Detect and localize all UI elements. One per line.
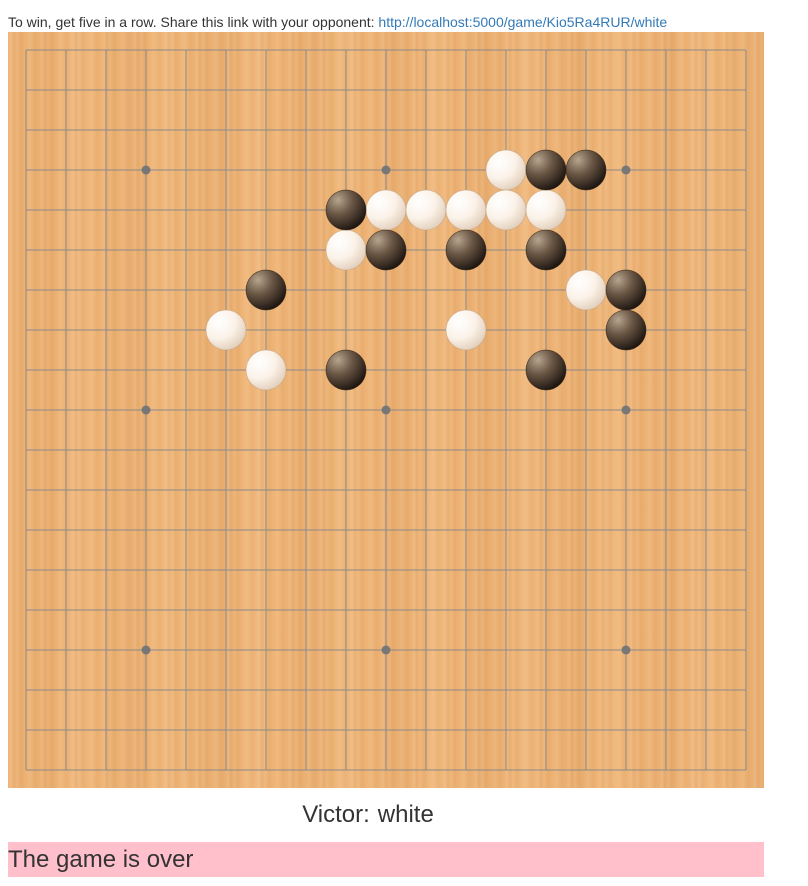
white-stone	[325, 229, 367, 271]
star-point	[381, 645, 391, 655]
star-point	[621, 405, 631, 415]
white-stone	[405, 189, 447, 231]
victor-line: Victor: white	[0, 800, 736, 830]
black-stone	[565, 149, 607, 191]
white-stone	[485, 189, 527, 231]
star-point	[621, 165, 631, 175]
victor-value: white	[377, 801, 434, 828]
white-stone	[445, 309, 487, 351]
white-stone	[445, 189, 487, 231]
black-stone	[525, 149, 567, 191]
game-over-banner: The game is over	[8, 842, 764, 877]
instructions-text: To win, get five in a row. Share this li…	[8, 14, 375, 30]
black-stone	[325, 189, 367, 231]
star-point	[141, 405, 151, 415]
star-point	[141, 645, 151, 655]
white-stone	[565, 269, 607, 311]
white-stone	[365, 189, 407, 231]
black-stone	[525, 349, 567, 391]
star-point	[381, 165, 391, 175]
black-stone	[325, 349, 367, 391]
board-grid	[25, 49, 747, 771]
black-stone	[445, 229, 487, 271]
black-stone	[605, 309, 647, 351]
star-point	[141, 165, 151, 175]
black-stone	[605, 269, 647, 311]
game-over-text: The game is over	[8, 846, 194, 873]
game-board[interactable]	[8, 32, 764, 788]
game-share-link[interactable]: http://localhost:5000/game/Kio5Ra4RUR/wh…	[378, 14, 667, 30]
instructions-line: To win, get five in a row. Share this li…	[8, 13, 667, 31]
victor-label: Victor:	[302, 801, 370, 828]
black-stone	[365, 229, 407, 271]
white-stone	[525, 189, 567, 231]
black-stone	[245, 269, 287, 311]
white-stone	[205, 309, 247, 351]
star-point	[621, 645, 631, 655]
white-stone	[245, 349, 287, 391]
white-stone	[485, 149, 527, 191]
star-point	[381, 405, 391, 415]
black-stone	[525, 229, 567, 271]
